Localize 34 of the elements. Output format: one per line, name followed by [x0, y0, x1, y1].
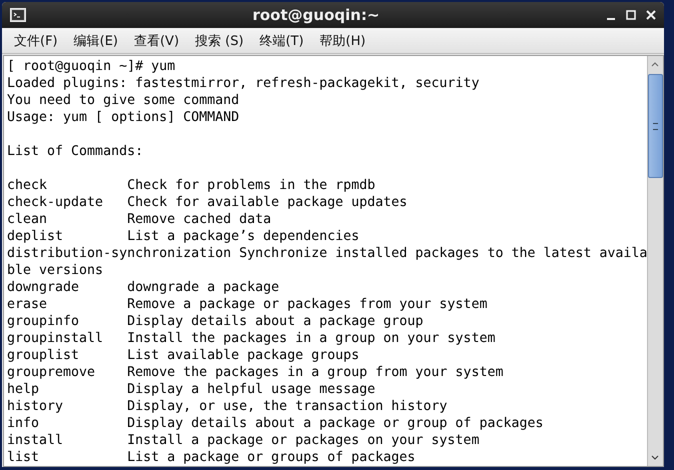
terminal-line: groupinfo Display details about a package group: [7, 313, 424, 330]
terminal-line: check-update Check for available package updates: [7, 194, 408, 211]
terminal-line: history Display, or use, the transaction history: [7, 398, 448, 415]
terminal-line: List of Commands:: [7, 143, 144, 160]
scrollbar[interactable]: [647, 56, 663, 466]
close-icon[interactable]: [646, 10, 656, 20]
terminal-line: check Check for problems in the rpmdb: [7, 177, 376, 194]
terminal-line: erase Remove a package or packages from your system: [7, 296, 488, 313]
menu-item[interactable]: 终端(T): [258, 32, 306, 50]
terminal-line: install Install a package or packages on your system: [7, 432, 480, 449]
terminal-icon: [10, 8, 26, 22]
menu-item[interactable]: 文件(F): [12, 32, 60, 50]
terminal-line: deplist List a package’s dependencies: [7, 228, 360, 245]
scrollbar-thumb[interactable]: [648, 74, 663, 178]
terminal-line: downgrade downgrade a package: [7, 279, 280, 296]
maximize-icon[interactable]: [626, 10, 636, 20]
terminal-line: info Display details about a package or group of packages: [7, 415, 544, 432]
terminal-line: [ root@guoqin ~]# yum: [7, 58, 176, 75]
terminal-line: ble versions: [7, 262, 104, 279]
menu-item[interactable]: 编辑(E): [72, 32, 120, 50]
terminal-line: grouplist List available package groups: [7, 347, 360, 364]
terminal-line: You need to give some command: [7, 92, 240, 109]
menu-item[interactable]: 搜索 (S): [193, 32, 246, 50]
terminal-line: Loaded plugins: fastestmirror, refresh-packagekit, security: [7, 75, 480, 92]
terminal-line: groupinstall Install the packages in a group on your system: [7, 330, 496, 347]
terminal-line: clean Remove cached data: [7, 211, 272, 228]
terminal-line: Usage: yum [ options] COMMAND: [7, 109, 240, 126]
menu-item[interactable]: 帮助(H): [318, 32, 368, 50]
terminal-line: list List a package or groups of packages: [7, 449, 416, 466]
menu-item[interactable]: 查看(V): [132, 32, 182, 50]
terminal-line: distribution-synchronization Synchronize installed packages to the latest availa: [7, 245, 648, 262]
terminal-line: groupremove Remove the packages in a group from your system: [7, 364, 504, 381]
window-title: root@guoqin:~: [251, 6, 381, 24]
terminal-line: help Display a helpful usage message: [7, 381, 376, 398]
